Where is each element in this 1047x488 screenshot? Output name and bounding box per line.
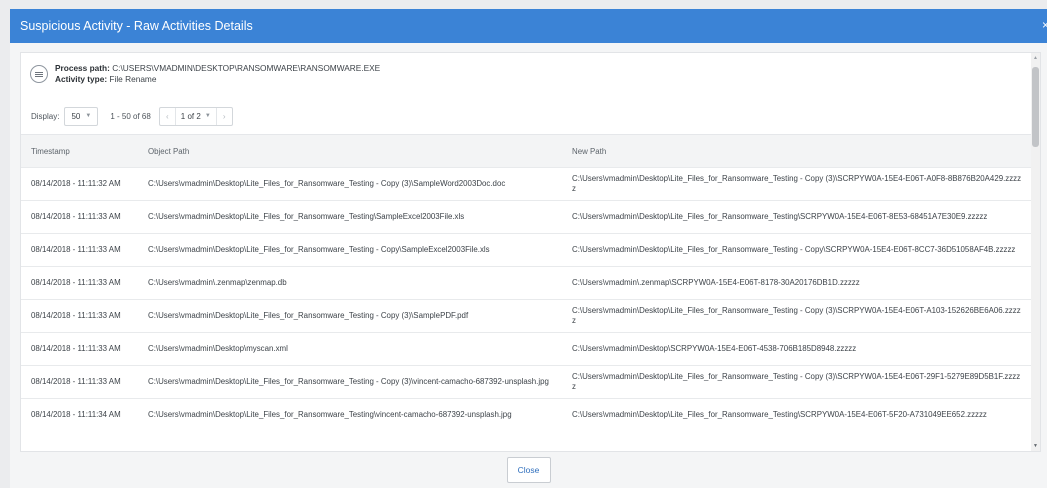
- new-path-cell: C:\Users\vmadmin\.zenmap\SCRPYW0A-15E4-E…: [562, 266, 1033, 300]
- object-path-cell: C:\Users\vmadmin\Desktop\Lite_Files_for_…: [138, 299, 562, 333]
- new-path-cell: C:\Users\vmadmin\Desktop\Lite_Files_for_…: [562, 299, 1033, 333]
- page-navigator: ‹ 1 of 2 ▼ ›: [158, 106, 233, 126]
- timestamp-cell: 08/14/2018 - 11:11:33 AM: [21, 299, 138, 333]
- timestamp-cell: 08/14/2018 - 11:11:34 AM: [21, 398, 138, 432]
- scrollbar-thumb[interactable]: [1032, 67, 1039, 147]
- prev-page-button[interactable]: ‹: [160, 108, 175, 125]
- timestamp-cell: 08/14/2018 - 11:11:33 AM: [21, 365, 138, 399]
- chevron-down-icon: ▼: [85, 113, 92, 119]
- column-header-timestamp[interactable]: Timestamp: [21, 135, 138, 168]
- scroll-up-icon[interactable]: ▲: [1033, 55, 1038, 61]
- table-row: 08/14/2018 - 11:11:32 AM C:\Users\vmadmi…: [21, 167, 1033, 201]
- table-row: 08/14/2018 - 11:11:33 AM C:\Users\vmadmi…: [21, 332, 1033, 366]
- column-header-object-path[interactable]: Object Path: [138, 135, 562, 168]
- timestamp-cell: 08/14/2018 - 11:11:32 AM: [21, 167, 138, 201]
- page-select-value: 1 of 2: [180, 111, 201, 121]
- pagination-bar: Display: 50 ▼ 1 - 50 of 68 ‹ 1 of 2 ▼ ›: [21, 98, 1040, 134]
- table-header-row: Timestamp Object Path New Path: [21, 134, 1033, 168]
- vertical-scrollbar[interactable]: ▲ ▼: [1031, 53, 1040, 451]
- new-path-cell: C:\Users\vmadmin\Desktop\Lite_Files_for_…: [562, 398, 1033, 432]
- object-path-cell: C:\Users\vmadmin\Desktop\Lite_Files_for_…: [138, 233, 562, 267]
- object-path-cell: C:\Users\vmadmin\Desktop\Lite_Files_for_…: [138, 398, 562, 432]
- timestamp-cell: 08/14/2018 - 11:11:33 AM: [21, 332, 138, 366]
- page-size-value: 50: [71, 111, 81, 121]
- object-path-cell: C:\Users\vmadmin\Desktop\Lite_Files_for_…: [138, 365, 562, 399]
- column-header-new-path[interactable]: New Path: [562, 135, 1033, 168]
- timestamp-cell: 08/14/2018 - 11:11:33 AM: [21, 233, 138, 267]
- new-path-cell: C:\Users\vmadmin\Desktop\Lite_Files_for_…: [562, 167, 1033, 201]
- table-row: 08/14/2018 - 11:11:34 AM C:\Users\vmadmi…: [21, 398, 1033, 432]
- chevron-down-icon: ▼: [204, 113, 211, 119]
- table-row: 08/14/2018 - 11:11:33 AM C:\Users\vmadmi…: [21, 200, 1033, 234]
- raw-activities-modal: Suspicious Activity - Raw Activities Det…: [10, 9, 1047, 488]
- modal-title: Suspicious Activity - Raw Activities Det…: [20, 19, 253, 33]
- table-row: 08/14/2018 - 11:11:33 AM C:\Users\vmadmi…: [21, 365, 1033, 399]
- process-info: Process path: C:\USERS\VMADMIN\DESKTOP\R…: [21, 53, 1040, 98]
- process-info-lines: Process path: C:\USERS\VMADMIN\DESKTOP\R…: [55, 63, 380, 84]
- table-row: 08/14/2018 - 11:11:33 AM C:\Users\vmadmi…: [21, 299, 1033, 333]
- activity-type-line: Activity type: File Rename: [55, 74, 380, 85]
- range-text: 1 - 50 of 68: [110, 111, 151, 121]
- new-path-cell: C:\Users\vmadmin\Desktop\Lite_Files_for_…: [562, 365, 1033, 399]
- object-path-cell: C:\Users\vmadmin\.zenmap\zenmap.db: [138, 266, 562, 300]
- new-path-cell: C:\Users\vmadmin\Desktop\SCRPYW0A-15E4-E…: [562, 332, 1033, 366]
- page-select[interactable]: 1 of 2 ▼: [174, 107, 217, 125]
- process-path-line: Process path: C:\USERS\VMADMIN\DESKTOP\R…: [55, 63, 380, 74]
- close-button[interactable]: Close: [506, 457, 551, 483]
- next-page-button[interactable]: ›: [217, 108, 232, 125]
- modal-content: Process path: C:\USERS\VMADMIN\DESKTOP\R…: [20, 52, 1041, 452]
- object-path-cell: C:\Users\vmadmin\Desktop\Lite_Files_for_…: [138, 167, 562, 201]
- new-path-cell: C:\Users\vmadmin\Desktop\Lite_Files_for_…: [562, 200, 1033, 234]
- scroll-down-icon[interactable]: ▼: [1033, 443, 1038, 449]
- process-path-label: Process path:: [55, 63, 110, 73]
- activities-table: Timestamp Object Path New Path 08/14/201…: [21, 134, 1033, 432]
- timestamp-cell: 08/14/2018 - 11:11:33 AM: [21, 266, 138, 300]
- modal-header: Suspicious Activity - Raw Activities Det…: [10, 9, 1047, 43]
- activity-type-value: File Rename: [109, 73, 157, 84]
- page-size-select[interactable]: 50 ▼: [64, 106, 99, 126]
- document-icon: [30, 65, 48, 83]
- close-icon[interactable]: ×: [1042, 18, 1047, 32]
- process-path-value: C:\USERS\VMADMIN\DESKTOP\RANSOMWARE\RANS…: [112, 63, 381, 73]
- object-path-cell: C:\Users\vmadmin\Desktop\Lite_Files_for_…: [138, 200, 562, 234]
- table-row: 08/14/2018 - 11:11:33 AM C:\Users\vmadmi…: [21, 266, 1033, 300]
- display-label: Display:: [31, 111, 60, 121]
- object-path-cell: C:\Users\vmadmin\Desktop\myscan.xml: [138, 332, 562, 366]
- activity-type-label: Activity type:: [55, 73, 108, 84]
- modal-footer: Close: [10, 452, 1047, 488]
- new-path-cell: C:\Users\vmadmin\Desktop\Lite_Files_for_…: [562, 233, 1033, 267]
- timestamp-cell: 08/14/2018 - 11:11:33 AM: [21, 200, 138, 234]
- table-row: 08/14/2018 - 11:11:33 AM C:\Users\vmadmi…: [21, 233, 1033, 267]
